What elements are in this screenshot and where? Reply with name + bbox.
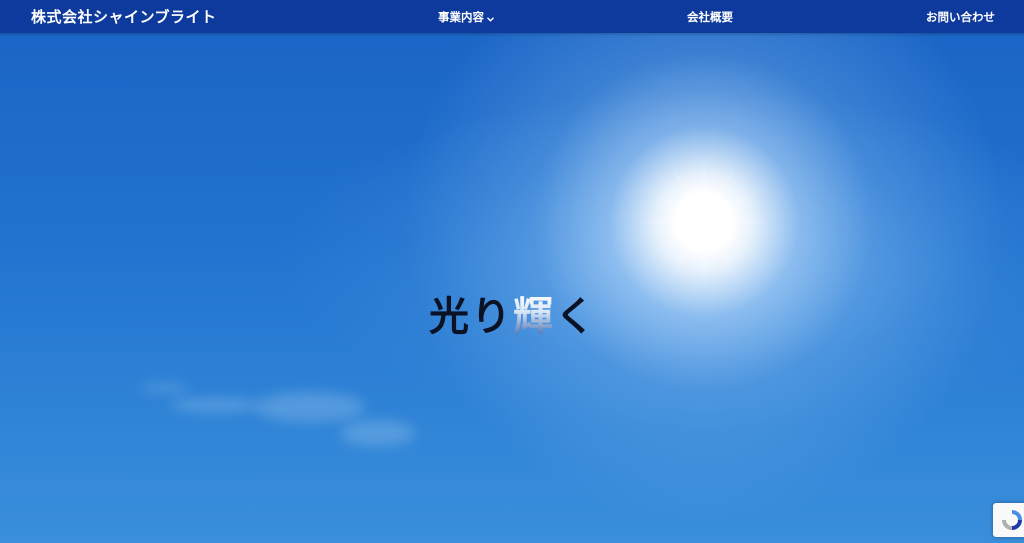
recaptcha-badge[interactable] [993, 503, 1024, 537]
recaptcha-icon [1002, 510, 1022, 530]
hero-title-part3: く [555, 293, 597, 340]
site-header: 株式会社シャインブライト 事業内容 会社概要 お問い合わせ [0, 0, 1024, 33]
site-logo[interactable]: 株式会社シャインブライト [31, 6, 217, 27]
cloud [140, 384, 190, 392]
hero-title-part1: 光り [429, 293, 513, 340]
hero-background [0, 0, 1024, 543]
nav-services-label: 事業内容 [438, 10, 484, 24]
nav-services[interactable]: 事業内容 [438, 9, 494, 25]
nav-about[interactable]: 会社概要 [687, 9, 733, 25]
hero-title-part2: 輝 [513, 293, 555, 340]
cloud [255, 392, 365, 422]
cloud [170, 398, 260, 412]
chevron-down-icon [487, 11, 494, 25]
hero-title: 光り輝く [429, 284, 597, 342]
cloud [340, 420, 415, 446]
nav-contact[interactable]: お問い合わせ [926, 9, 995, 25]
